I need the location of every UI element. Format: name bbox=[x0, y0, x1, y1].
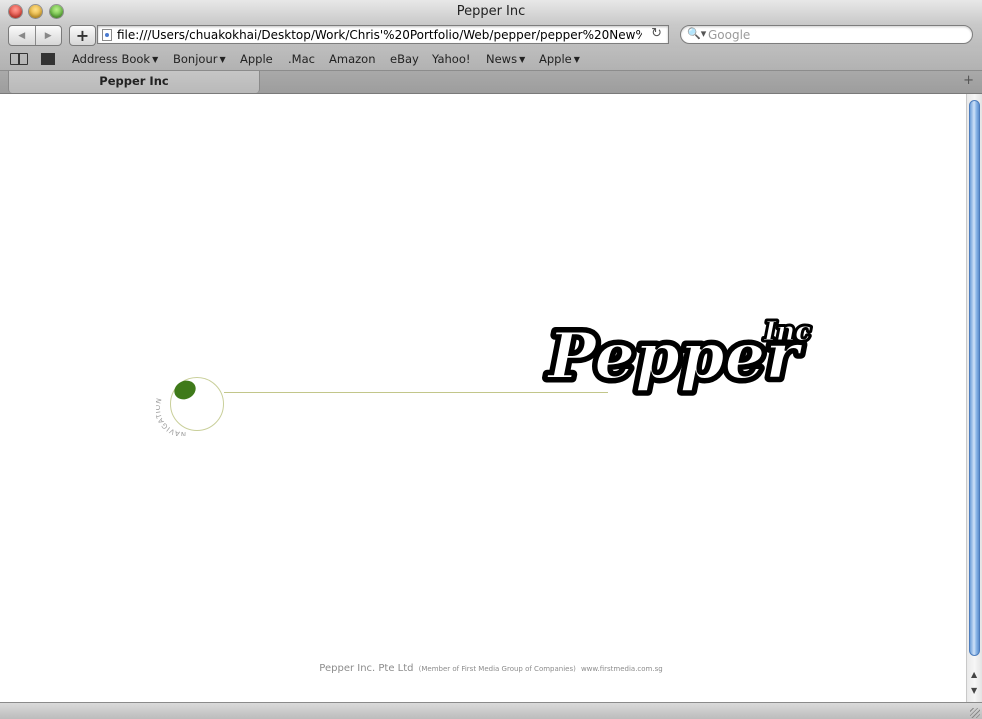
footer-company: Pepper Inc. Pte Ltd bbox=[319, 663, 414, 674]
status-bar bbox=[0, 702, 982, 719]
tab-pepper-inc[interactable]: Pepper Inc bbox=[8, 71, 260, 93]
bookmark-apple[interactable]: Apple bbox=[240, 52, 273, 66]
bookmark-news[interactable]: News ▼ bbox=[486, 52, 525, 66]
pepper-inc-logo[interactable]: Pepper Pepper Inc Inc bbox=[540, 316, 830, 404]
chevron-down-icon: ▼ bbox=[152, 55, 159, 64]
footer-website[interactable]: www.firstmedia.com.sg bbox=[581, 665, 663, 673]
bookmark-ebay[interactable]: eBay bbox=[390, 52, 419, 66]
url-text[interactable]: file:///Users/chuakokhai/Desktop/Work/Ch… bbox=[117, 28, 642, 42]
scroll-down-icon[interactable]: ▼ bbox=[971, 686, 977, 695]
chevron-down-icon: ▼ bbox=[519, 55, 526, 64]
address-bar[interactable]: file:///Users/chuakokhai/Desktop/Work/Ch… bbox=[97, 25, 669, 44]
bookmark-bonjour[interactable]: Bonjour ▼ bbox=[173, 52, 226, 66]
footer: Pepper Inc. Pte Ltd (Member of First Med… bbox=[0, 656, 982, 675]
svg-text:Inc: Inc bbox=[763, 317, 811, 347]
add-bookmark-button[interactable]: + bbox=[69, 25, 96, 46]
bookmark-apple-menu[interactable]: Apple ▼ bbox=[539, 52, 580, 66]
bookmarks-bar: Address Book ▼ Bonjour ▼ Apple .Mac Amazon… bbox=[0, 48, 982, 71]
back-forward-buttons: ◀ ▶ bbox=[8, 25, 62, 46]
bookmark-mac[interactable]: .Mac bbox=[288, 52, 315, 66]
bookmark-address-book[interactable]: Address Book ▼ bbox=[72, 52, 158, 66]
browser-toolbar: ◀ ▶ + file:///Users/chuakokhai/Desktop/W… bbox=[0, 24, 982, 48]
scroll-up-icon[interactable]: ▲ bbox=[971, 670, 977, 679]
bookmark-amazon[interactable]: Amazon bbox=[329, 52, 375, 66]
search-placeholder: Google bbox=[708, 28, 751, 42]
back-icon[interactable]: ◀ bbox=[9, 26, 36, 45]
scroll-thumb[interactable] bbox=[969, 100, 980, 656]
chevron-down-icon: ▼ bbox=[573, 55, 580, 64]
resize-grip-icon[interactable] bbox=[970, 708, 980, 718]
tab-strip: Pepper Inc + bbox=[0, 71, 982, 94]
chevron-down-icon: ▼ bbox=[219, 55, 226, 64]
window-title: Pepper Inc bbox=[456, 4, 526, 19]
forward-icon[interactable]: ▶ bbox=[36, 26, 62, 45]
top-sites-grid-icon[interactable] bbox=[41, 53, 55, 65]
page-content: NAVIGATION Pepper Pepper Inc Inc Pepper … bbox=[0, 94, 966, 702]
search-icon[interactable]: 🔍▾ bbox=[687, 27, 706, 40]
vertical-scrollbar[interactable]: ▲ ▼ bbox=[966, 94, 982, 702]
new-tab-icon[interactable]: + bbox=[963, 73, 974, 88]
title-bar: Pepper Inc bbox=[0, 0, 982, 24]
bookmark-yahoo[interactable]: Yahoo! bbox=[432, 52, 470, 66]
reload-icon[interactable]: ↻ bbox=[651, 26, 662, 41]
footer-member: (Member of First Media Group of Companie… bbox=[418, 665, 576, 673]
file-icon bbox=[102, 29, 112, 41]
show-all-bookmarks-icon[interactable] bbox=[10, 53, 28, 65]
search-field[interactable]: 🔍▾ Google bbox=[680, 25, 973, 44]
